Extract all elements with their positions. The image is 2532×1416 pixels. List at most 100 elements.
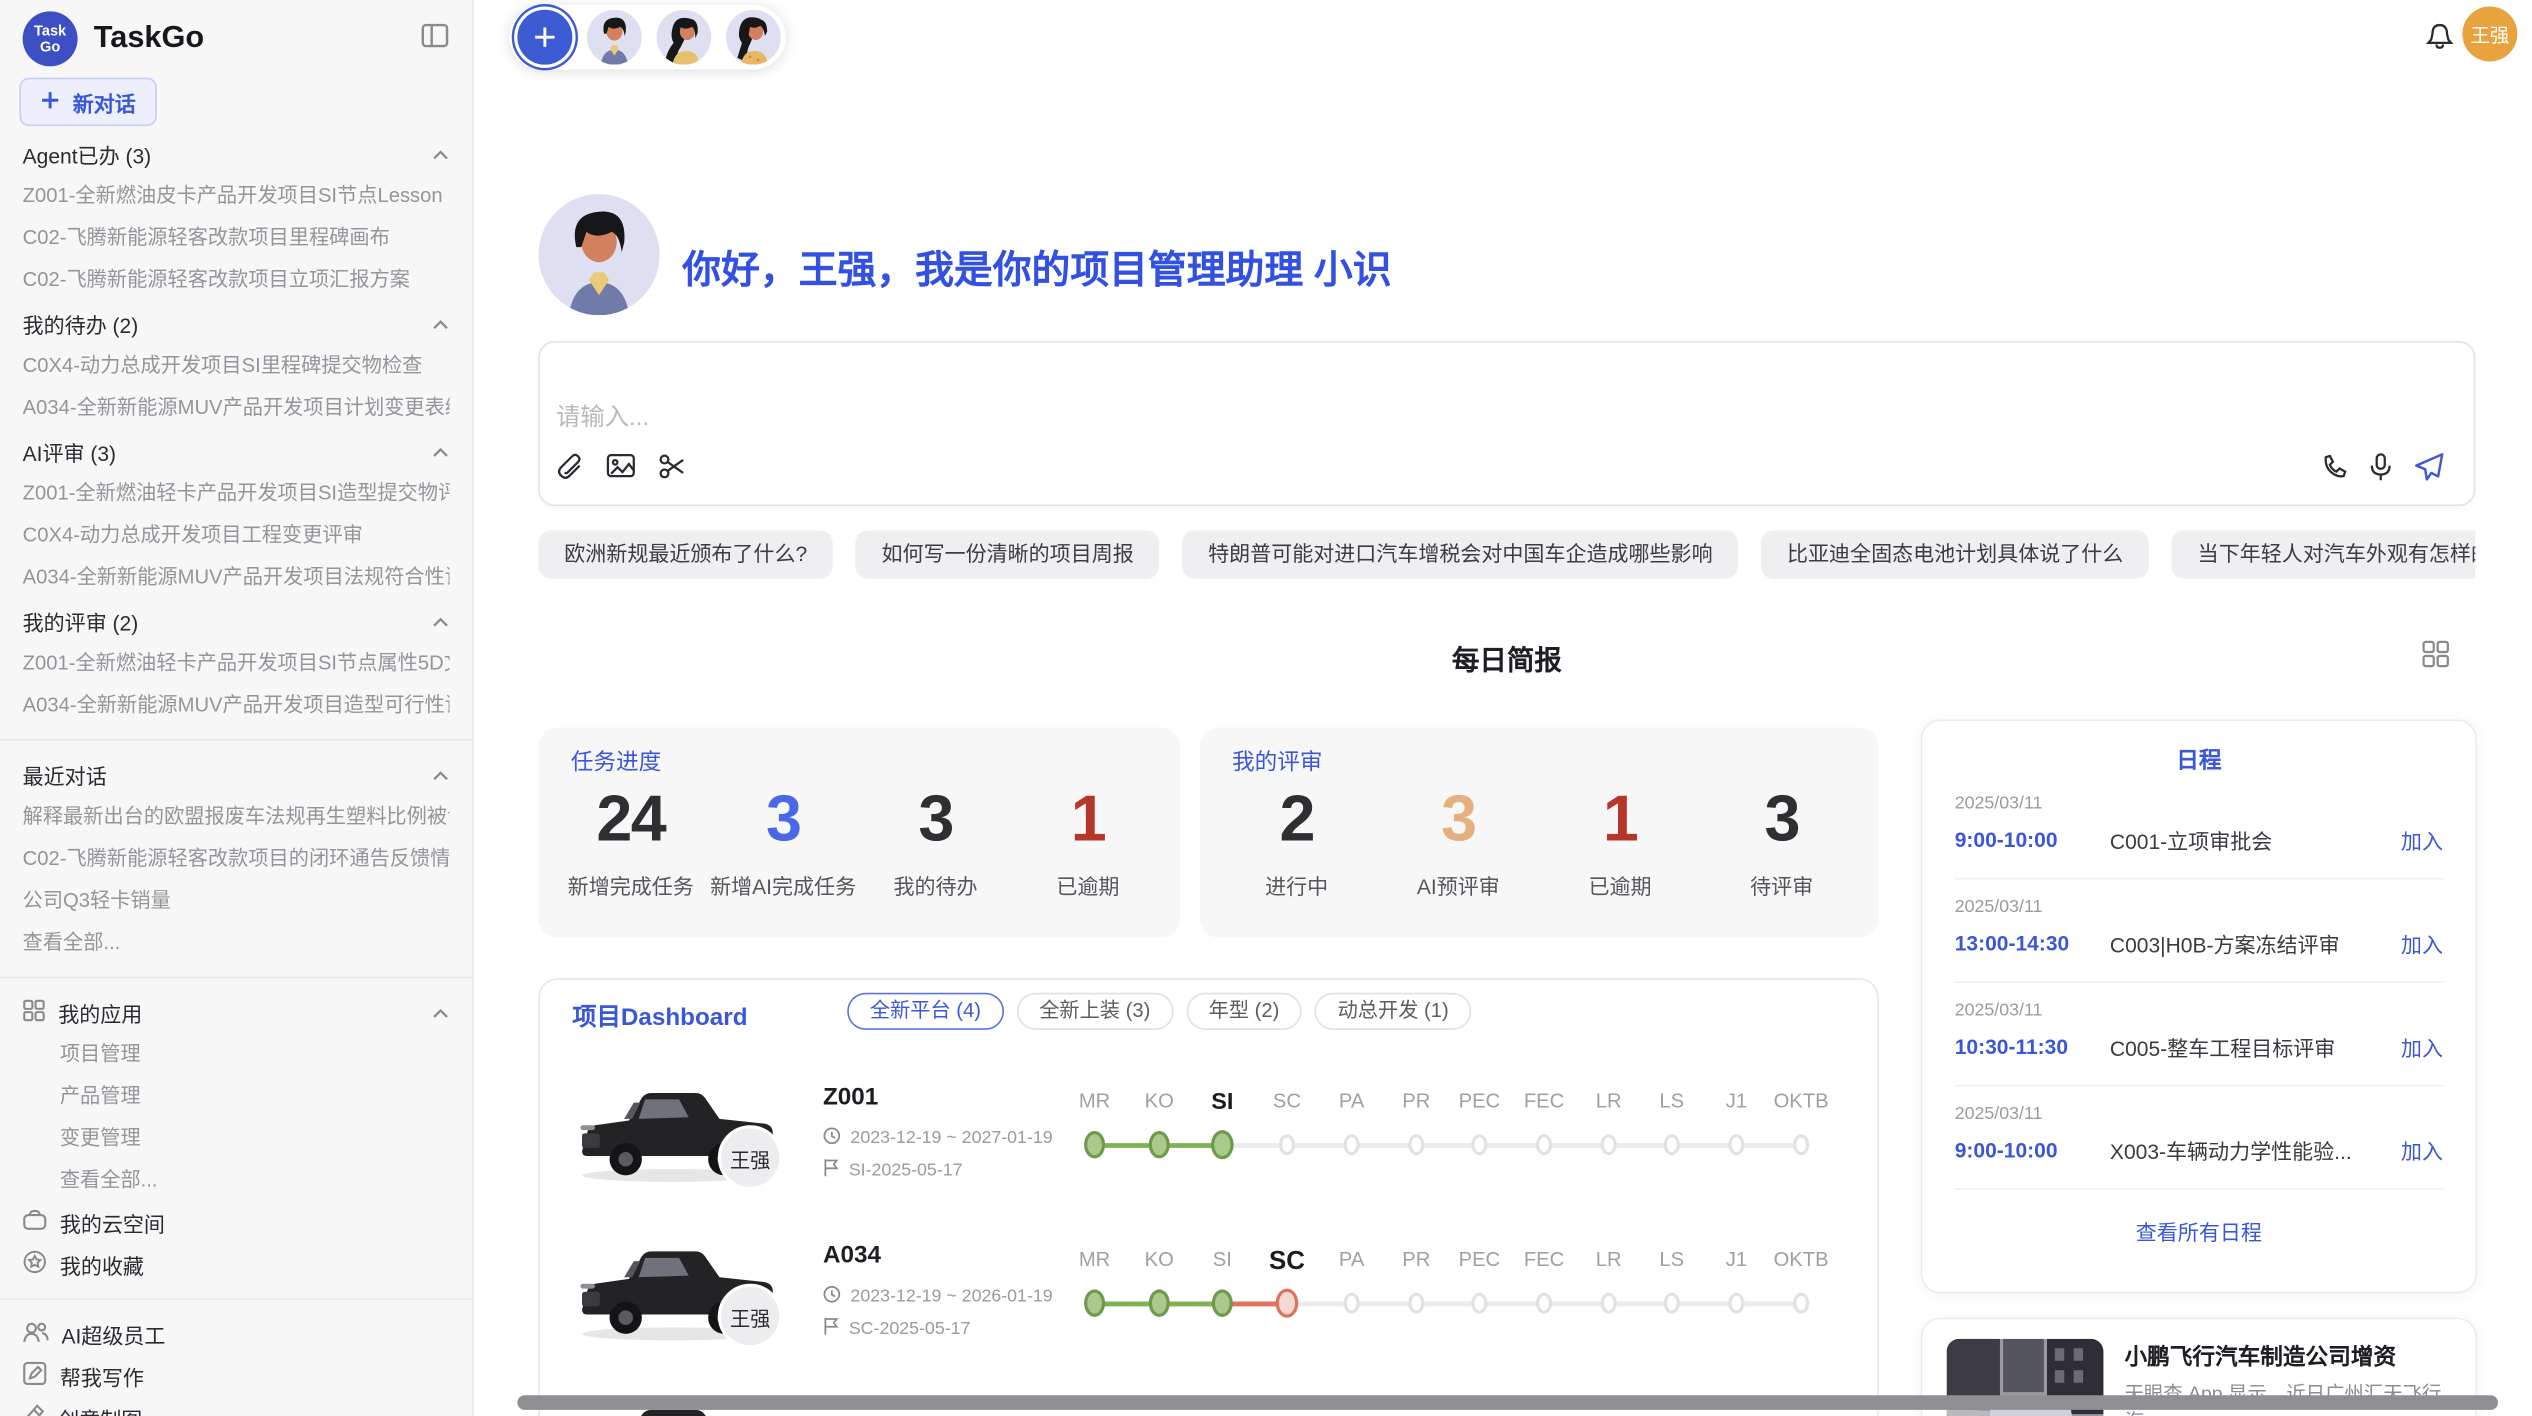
recent-chat-item[interactable]: 解释最新出台的欧盟报废车法规再生塑料比例被调至15%...	[23, 795, 450, 837]
tab-model-year[interactable]: 年型 (2)	[1186, 993, 1302, 1030]
project-next-milestone: SI-2025-05-17	[823, 1158, 963, 1182]
my-cloud-space[interactable]: 我的云空间	[23, 1201, 450, 1243]
section-header-ai-review[interactable]: AI评审 (3)	[23, 430, 450, 472]
tab-powertrain[interactable]: 动总开发 (1)	[1315, 993, 1471, 1030]
chevron-up-icon	[432, 762, 450, 786]
sidebar-item[interactable]: C0X4-动力总成开发项目工程变更评审	[23, 514, 450, 556]
suggestion-chip[interactable]: 欧洲新规最近颁布了什么?	[538, 530, 833, 579]
join-meeting-link[interactable]: 加入	[2401, 928, 2443, 959]
agent-avatar[interactable]	[726, 10, 781, 65]
horizontal-scrollbar[interactable]	[517, 1395, 2498, 1410]
my-favorites[interactable]: 我的收藏	[23, 1243, 450, 1285]
chevron-up-icon	[432, 311, 450, 335]
project-owner-badge: 王强	[718, 1284, 783, 1349]
sidebar-item[interactable]: A034-全新新能源MUV产品开发项目计划变更表编写	[23, 386, 450, 428]
join-meeting-link[interactable]: 加入	[2401, 1135, 2443, 1166]
event-title: C001-立项审批会	[2110, 825, 2401, 856]
clock-icon	[823, 1285, 841, 1308]
schedule-title: 日程	[1955, 744, 2443, 776]
event-title: X003-车辆动力学性能验...	[2110, 1135, 2401, 1166]
notification-bell-icon[interactable]	[2425, 21, 2454, 60]
section-header-my-todo[interactable]: 我的待办 (2)	[23, 302, 450, 344]
milestone-label: LS	[1659, 1248, 1684, 1271]
milestone-timeline: MR KO SI SC PA PR PEC FEC LR LS J1 OKTB	[1057, 1245, 1849, 1336]
sidebar-item[interactable]: Z001-全新燃油轻卡产品开发项目SI造型提交物评审	[23, 472, 450, 514]
stat-my-todo[interactable]: 3我的待办	[859, 783, 1011, 938]
stat-new-ai-done[interactable]: 3新增AI完成任务	[707, 783, 859, 938]
tab-new-body[interactable]: 全新上装 (3)	[1017, 993, 1173, 1030]
my-review-title: 我的评审	[1232, 745, 1323, 777]
join-meeting-link[interactable]: 加入	[2401, 825, 2443, 856]
recent-chat-item[interactable]: C02-飞腾新能源轻客改款项目的闭环通告反馈情况	[23, 838, 450, 880]
chat-input[interactable]	[556, 404, 2011, 431]
section-header-my-review[interactable]: 我的评审 (2)	[23, 600, 450, 642]
stat-ai-prereview[interactable]: 3AI预评审	[1378, 783, 1540, 938]
voice-call-icon[interactable]	[2320, 454, 2347, 490]
agent-avatar[interactable]	[656, 10, 711, 65]
view-all-apps[interactable]: 查看全部...	[23, 1159, 450, 1201]
sidebar-item[interactable]: A034-全新新能源MUV产品开发项目法规符合性评审	[23, 556, 450, 598]
milestone-label-current: SC	[1269, 1248, 1305, 1277]
task-progress-card: 任务进度 24新增完成任务 3新增AI完成任务 3我的待办 1已逾期	[538, 728, 1180, 938]
microphone-icon[interactable]	[2369, 453, 2393, 490]
tool-creative-drawing[interactable]: 创意制图	[23, 1397, 450, 1416]
agent-avatar[interactable]	[587, 10, 642, 65]
project-row[interactable]: 王强 A034 2023-12-19 ~ 2026-01-19 SC-2025-…	[540, 1222, 1877, 1380]
section-header-recent-chats[interactable]: 最近对话	[23, 753, 450, 795]
scissors-icon[interactable]	[658, 453, 685, 490]
view-all-schedule-link[interactable]: 查看所有日程	[1955, 1216, 2443, 1247]
user-avatar[interactable]: 王强	[2462, 6, 2517, 61]
event-title: C003|H0B-方案冻结评审	[2110, 928, 2401, 959]
app-root: Task Go TaskGo 新对话 Agent已办 (3) Z001-全新燃油…	[0, 0, 2532, 1416]
milestone-label: LR	[1596, 1248, 1622, 1271]
milestone-label: PEC	[1459, 1090, 1501, 1113]
stat-review-overdue[interactable]: 1已逾期	[1539, 783, 1701, 938]
event-time: 10:30-11:30	[1955, 1035, 2110, 1059]
tab-new-platform[interactable]: 全新平台 (4)	[847, 993, 1003, 1030]
sidebar-item[interactable]: A034-全新新能源MUV产品开发项目造型可行性评审	[23, 684, 450, 726]
app-logo: Task Go	[23, 11, 78, 66]
milestone-dot	[1471, 1293, 1487, 1314]
stat-overdue[interactable]: 1已逾期	[1012, 783, 1164, 938]
view-all-chats[interactable]: 查看全部...	[23, 922, 450, 964]
tool-ai-super-staff[interactable]: AI超级员工	[23, 1313, 450, 1355]
sidebar-item[interactable]: C0X4-动力总成开发项目SI里程碑提交物检查	[23, 344, 450, 386]
sidebar-item[interactable]: C02-飞腾新能源轻客改款项目里程碑画布	[23, 217, 450, 259]
section-header-agent-done[interactable]: Agent已办 (3)	[23, 133, 450, 175]
project-row[interactable]: 王强 Z001 2023-12-19 ~ 2027-01-19 SI-2025-…	[540, 1064, 1877, 1222]
chevron-up-icon	[432, 609, 450, 633]
my-review-card: 我的评审 2进行中 3AI预评审 1已逾期 3待评审	[1200, 728, 1879, 938]
suggestion-chip[interactable]: 当下年轻人对汽车外观有怎样的喜好趋势	[2172, 530, 2476, 579]
milestone-label: PA	[1339, 1248, 1364, 1271]
app-item-change-mgmt[interactable]: 变更管理	[23, 1117, 450, 1159]
image-upload-icon[interactable]	[606, 453, 635, 490]
task-progress-title: 任务进度	[571, 745, 662, 777]
clock-icon	[823, 1127, 841, 1150]
recent-chat-item[interactable]: 公司Q3轻卡销量	[23, 880, 450, 922]
join-meeting-link[interactable]: 加入	[2401, 1032, 2443, 1063]
divider	[0, 739, 472, 741]
my-apps-header[interactable]: 我的应用	[23, 991, 450, 1033]
tool-help-me-write[interactable]: 帮我写作	[23, 1355, 450, 1397]
layout-grid-icon[interactable]	[2422, 640, 2449, 676]
event-time: 9:00-10:00	[1955, 1138, 2110, 1162]
app-item-project-mgmt[interactable]: 项目管理	[23, 1033, 450, 1075]
collapse-sidebar-icon[interactable]	[420, 20, 449, 57]
attachment-icon[interactable]	[556, 453, 583, 490]
add-agent-button[interactable]	[517, 10, 572, 65]
sidebar-item[interactable]: Z001-全新燃油皮卡产品开发项目SI节点Lesson Learn报告	[23, 175, 450, 217]
new-chat-button[interactable]: 新对话	[19, 78, 156, 127]
chevron-up-icon	[432, 1000, 450, 1024]
stat-new-done[interactable]: 24新增完成任务	[555, 783, 707, 938]
suggestion-chip[interactable]: 特朗普可能对进口汽车增税会对中国车企造成哪些影响	[1182, 530, 1738, 579]
sidebar-item[interactable]: C02-飞腾新能源轻客改款项目立项汇报方案	[23, 259, 450, 301]
send-icon[interactable]	[2414, 453, 2445, 490]
stat-in-progress[interactable]: 2进行中	[1216, 783, 1378, 938]
dashboard-tabs: 全新平台 (4) 全新上装 (3) 年型 (2) 动总开发 (1)	[847, 993, 1471, 1030]
news-title: 小鹏飞行汽车制造公司增资	[2124, 1340, 2396, 1372]
suggestion-chip[interactable]: 如何写一份清晰的项目周报	[856, 530, 1160, 579]
stat-pending-review[interactable]: 3待评审	[1701, 783, 1863, 938]
app-item-product-mgmt[interactable]: 产品管理	[23, 1075, 450, 1117]
sidebar-item[interactable]: Z001-全新燃油轻卡产品开发项目SI节点属性5D文件评审	[23, 642, 450, 684]
suggestion-chip[interactable]: 比亚迪全固态电池计划具体说了什么	[1761, 530, 2149, 579]
